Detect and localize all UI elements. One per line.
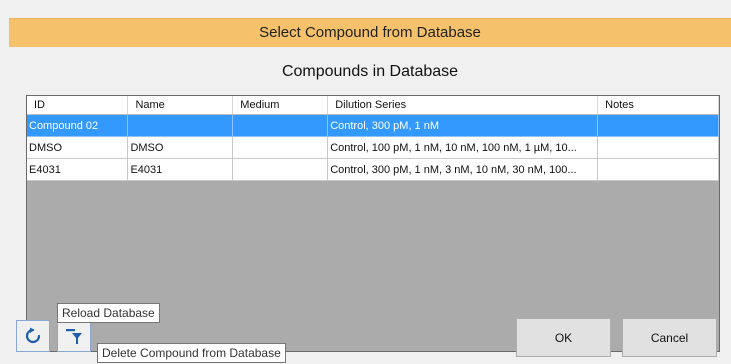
column-header-notes[interactable]: Notes bbox=[597, 96, 719, 115]
cell-dilution[interactable]: Control, 100 pM, 1 nM, 10 nM, 100 nM, 1 … bbox=[327, 136, 599, 159]
cell-id[interactable]: E4031 bbox=[27, 158, 129, 181]
column-header-name[interactable]: Name bbox=[127, 96, 234, 115]
table-row[interactable]: E4031 E4031 Control, 300 pM, 1 nM, 3 nM,… bbox=[27, 158, 719, 181]
column-header-id[interactable]: ID bbox=[27, 96, 129, 115]
header-row: ID Name Medium Dilution Series Notes bbox=[27, 96, 719, 115]
cell-notes[interactable] bbox=[597, 136, 719, 159]
cell-medium[interactable] bbox=[232, 114, 329, 137]
delete-compound-button[interactable] bbox=[57, 320, 91, 352]
delete-filter-icon bbox=[66, 329, 82, 344]
delete-compound-tooltip: Delete Compound from Database bbox=[97, 343, 286, 363]
cell-name[interactable] bbox=[127, 114, 234, 137]
dialog-body: Compounds in Database ID Name Medium Dil… bbox=[9, 47, 731, 364]
table-row[interactable]: DMSO DMSO Control, 100 pM, 1 nM, 10 nM, … bbox=[27, 136, 719, 159]
reload-icon bbox=[25, 327, 41, 344]
window-title: Select Compound from Database bbox=[259, 24, 481, 41]
cell-name[interactable]: E4031 bbox=[127, 158, 234, 181]
reload-database-tooltip: Reload Database bbox=[57, 303, 160, 323]
compound-table: ID Name Medium Dilution Series Notes Com… bbox=[27, 96, 719, 181]
reload-database-button[interactable] bbox=[16, 320, 50, 352]
ok-button[interactable]: OK bbox=[516, 318, 611, 357]
cell-dilution[interactable]: Control, 300 pM, 1 nM bbox=[327, 114, 599, 137]
title-bar[interactable]: Select Compound from Database bbox=[9, 18, 731, 47]
cell-medium[interactable] bbox=[232, 136, 329, 159]
cell-notes[interactable] bbox=[597, 158, 719, 181]
column-header-dilution-series[interactable]: Dilution Series bbox=[327, 96, 599, 115]
cell-name[interactable]: DMSO bbox=[127, 136, 234, 159]
cell-id[interactable]: DMSO bbox=[27, 136, 129, 159]
table-row[interactable]: Compound 02 Control, 300 pM, 1 nM bbox=[27, 114, 719, 137]
cell-id[interactable]: Compound 02 bbox=[27, 114, 129, 137]
cancel-button[interactable]: Cancel bbox=[622, 318, 717, 357]
cell-notes[interactable] bbox=[597, 114, 719, 137]
cell-dilution[interactable]: Control, 300 pM, 1 nM, 3 nM, 10 nM, 30 n… bbox=[327, 158, 599, 181]
cell-medium[interactable] bbox=[232, 158, 329, 181]
column-header-medium[interactable]: Medium bbox=[232, 96, 329, 115]
page-title: Compounds in Database bbox=[281, 63, 459, 80]
